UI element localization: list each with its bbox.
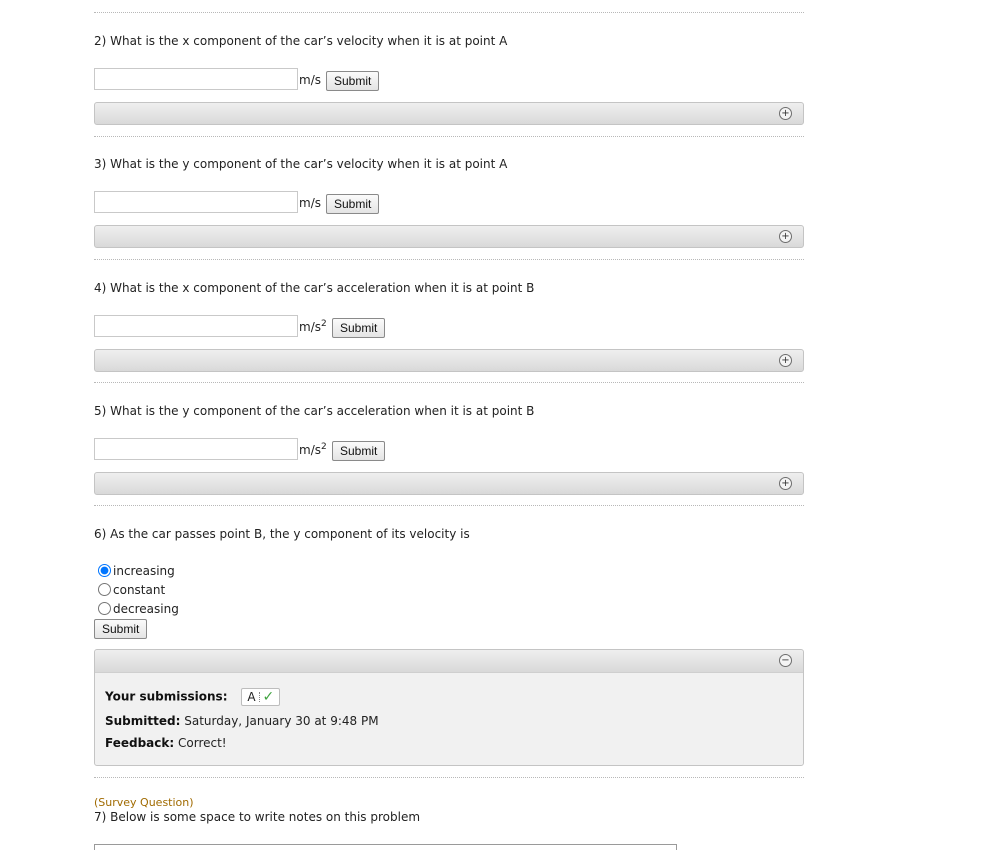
question-5-unit: m/s2 — [299, 442, 327, 458]
question-2-hint-bar[interactable]: + — [94, 102, 804, 125]
question-5-hint-bar[interactable]: + — [94, 472, 804, 495]
section-divider — [94, 777, 804, 778]
question-4-answer-input[interactable] — [94, 315, 298, 337]
feedback-row: Feedback: Correct! — [105, 736, 227, 750]
your-submissions-row: Your submissions: A ✓ — [105, 688, 281, 706]
question-4-unit: m/s2 — [299, 319, 327, 335]
section-divider — [94, 505, 804, 506]
question-4-submit-button[interactable]: Submit — [332, 318, 386, 338]
option-label: decreasing — [113, 602, 179, 616]
section-divider — [94, 259, 804, 260]
option-constant-radio[interactable] — [98, 583, 111, 596]
question-6-text: 6) As the car passes point B, the y comp… — [94, 527, 470, 541]
expand-plus-icon[interactable]: + — [779, 477, 792, 490]
feedback-label: Feedback: — [105, 736, 175, 750]
question-3-answer-input[interactable] — [94, 191, 298, 213]
survey-question-tag: (Survey Question) — [94, 796, 194, 809]
question-4-text: 4) What is the x component of the car’s … — [94, 281, 535, 295]
feedback-text: Correct! — [178, 736, 227, 750]
collapse-minus-icon[interactable]: − — [779, 654, 792, 667]
submitted-row: Submitted: Saturday, January 30 at 9:48 … — [105, 714, 379, 728]
question-7-text: 7) Below is some space to write notes on… — [94, 810, 421, 824]
question-2-unit: m/s — [299, 73, 321, 87]
option-label: increasing — [113, 564, 175, 578]
section-divider — [94, 136, 804, 137]
question-5-submit-button[interactable]: Submit — [332, 441, 386, 461]
check-icon: ✓ — [262, 689, 275, 705]
question-2-submit-button[interactable]: Submit — [326, 71, 380, 91]
submitted-label: Submitted: — [105, 714, 181, 728]
submission-value: A — [247, 690, 256, 704]
question-3-unit: m/s — [299, 196, 321, 210]
question-2-text: 2) What is the x component of the car’s … — [94, 34, 508, 48]
option-label: constant — [113, 583, 166, 597]
question-5-text: 5) What is the y component of the car’s … — [94, 404, 535, 418]
notes-textarea[interactable] — [94, 844, 677, 850]
submission-chip: A ✓ — [241, 688, 281, 706]
question-2-answer-input[interactable] — [94, 68, 298, 90]
expand-plus-icon[interactable]: + — [779, 230, 792, 243]
submission-panel: − Your submissions: A ✓ Submitted: Saturd… — [94, 649, 804, 766]
option-decreasing-radio[interactable] — [98, 602, 111, 615]
question-3-text: 3) What is the y component of the car’s … — [94, 157, 508, 171]
submitted-timestamp: Saturday, January 30 at 9:48 PM — [184, 714, 379, 728]
question-6-submit-button[interactable]: Submit — [94, 619, 148, 639]
question-5-answer-input[interactable] — [94, 438, 298, 460]
chip-separator — [258, 692, 260, 702]
section-divider — [94, 382, 804, 383]
option-increasing-radio[interactable] — [98, 564, 111, 577]
question-4-hint-bar[interactable]: + — [94, 349, 804, 372]
your-submissions-label: Your submissions: — [105, 689, 228, 704]
expand-plus-icon[interactable]: + — [779, 354, 792, 367]
option-constant[interactable]: constant — [98, 583, 165, 602]
question-3-hint-bar[interactable]: + — [94, 225, 804, 248]
section-divider — [94, 12, 804, 13]
submission-panel-header[interactable]: − — [95, 650, 803, 673]
question-3-submit-button[interactable]: Submit — [326, 194, 380, 214]
problem-page: 2) What is the x component of the car’s … — [0, 0, 1002, 850]
option-increasing[interactable]: increasing — [98, 564, 175, 583]
expand-plus-icon[interactable]: + — [779, 107, 792, 120]
